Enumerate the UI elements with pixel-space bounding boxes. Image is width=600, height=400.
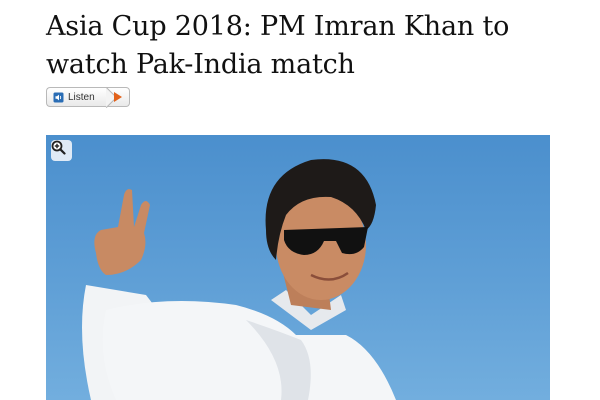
listen-play-segment[interactable] xyxy=(102,87,130,107)
listen-label-segment[interactable]: Listen xyxy=(46,87,103,107)
listen-button[interactable]: Listen xyxy=(46,87,130,107)
photo-kurta xyxy=(102,301,397,400)
zoom-in-icon xyxy=(51,140,66,155)
article-photo[interactable] xyxy=(46,135,550,400)
zoom-button[interactable] xyxy=(51,140,72,161)
play-icon xyxy=(113,92,122,102)
speaker-icon xyxy=(53,92,64,102)
listen-label: Listen xyxy=(68,91,95,103)
photo-illustration xyxy=(82,159,397,400)
photo-hand xyxy=(94,189,150,275)
article-headline: Asia Cup 2018: PM Imran Khan to watch Pa… xyxy=(46,11,510,80)
